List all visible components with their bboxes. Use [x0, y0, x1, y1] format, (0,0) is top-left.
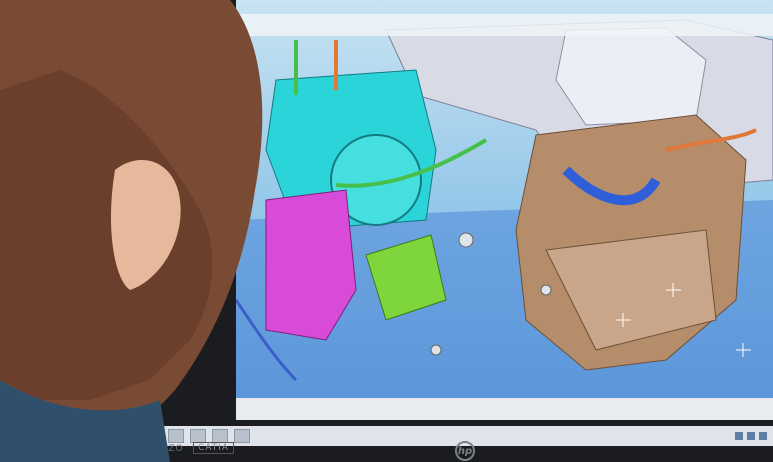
cad-viewport: [236, 19, 773, 420]
cad-status-bar: [236, 398, 773, 420]
tray-icon[interactable]: [759, 432, 767, 440]
tray-icon[interactable]: [747, 432, 755, 440]
tray-icon[interactable]: [735, 432, 743, 440]
hp-logo-icon: hp: [455, 441, 475, 461]
bolt-1: [458, 232, 474, 248]
cad-menu-bar: [236, 14, 773, 36]
person-foreground: [0, 0, 263, 462]
system-tray: [735, 432, 773, 440]
monitor-screen: [236, 0, 773, 420]
engine-gray-highlight: [555, 27, 707, 126]
bolt-2: [540, 284, 552, 296]
bolt-3: [430, 344, 442, 356]
photo-scene: EIZO CATIA hp: [0, 0, 773, 462]
